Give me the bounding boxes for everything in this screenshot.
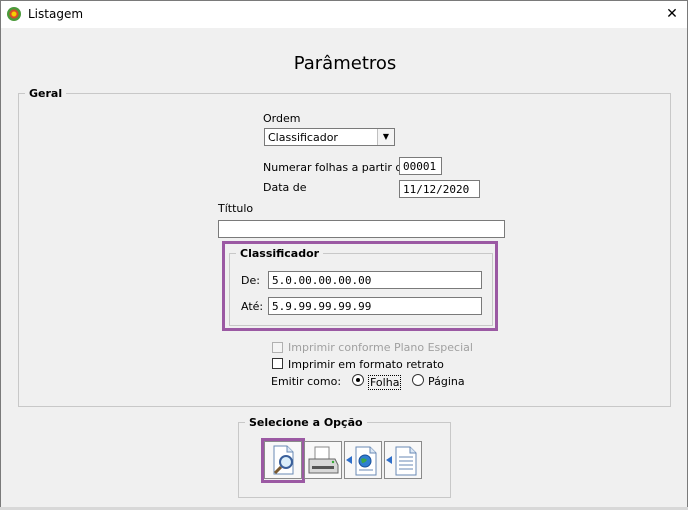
window-title: Listagem — [28, 7, 84, 21]
de-input[interactable]: 5.0.00.00.00.00 — [268, 271, 482, 289]
folha-radio[interactable] — [352, 374, 364, 386]
title-bar: Listagem ✕ — [1, 1, 687, 28]
ate-label: Até: — [241, 300, 264, 313]
geral-legend: Geral — [29, 87, 63, 100]
export-document-icon — [386, 446, 417, 476]
preview-highlight — [261, 438, 305, 483]
titulo-label: Títtulo — [218, 202, 254, 215]
pagina-label[interactable]: Página — [428, 375, 465, 388]
classificador-legend: Classificador — [240, 247, 320, 260]
ordem-label: Ordem — [263, 112, 301, 125]
close-icon[interactable]: ✕ — [657, 1, 687, 28]
data-input[interactable]: 11/12/2020 — [399, 180, 480, 198]
export-document-button[interactable] — [384, 441, 422, 479]
chevron-down-icon[interactable]: ▼ — [377, 129, 394, 145]
pagina-radio[interactable] — [412, 374, 424, 386]
data-label: Data de — [263, 181, 307, 194]
page-title: Parâmetros — [293, 53, 397, 74]
imprimir-plano-label: Imprimir conforme Plano Especial — [288, 341, 473, 354]
ordem-select-value: Classificador — [268, 131, 338, 144]
print-button[interactable] — [304, 441, 342, 479]
selecione-legend: Selecione a Opção — [249, 416, 363, 429]
numerar-input[interactable]: 00001 — [399, 157, 442, 175]
ate-input[interactable]: 5.9.99.99.99.99 — [268, 297, 482, 315]
export-web-button[interactable] — [344, 441, 382, 479]
titulo-input[interactable] — [218, 220, 505, 238]
imprimir-retrato-checkbox[interactable] — [272, 358, 283, 369]
app-icon — [7, 7, 21, 21]
imprimir-plano-checkbox[interactable] — [272, 342, 283, 353]
listagem-window: Listagem ✕ Parâmetros Geral Ordem Classi… — [0, 0, 688, 510]
printer-icon — [308, 446, 339, 474]
export-web-icon — [346, 446, 377, 476]
numerar-label: Numerar folhas a partir de: — [263, 161, 413, 174]
emitir-label: Emitir como: — [271, 375, 342, 388]
radio-selected-dot — [356, 378, 360, 382]
folha-label[interactable]: Folha — [368, 375, 402, 390]
de-label: De: — [241, 274, 260, 287]
ordem-select[interactable]: Classificador ▼ — [264, 128, 395, 146]
imprimir-retrato-label: Imprimir em formato retrato — [288, 358, 444, 371]
